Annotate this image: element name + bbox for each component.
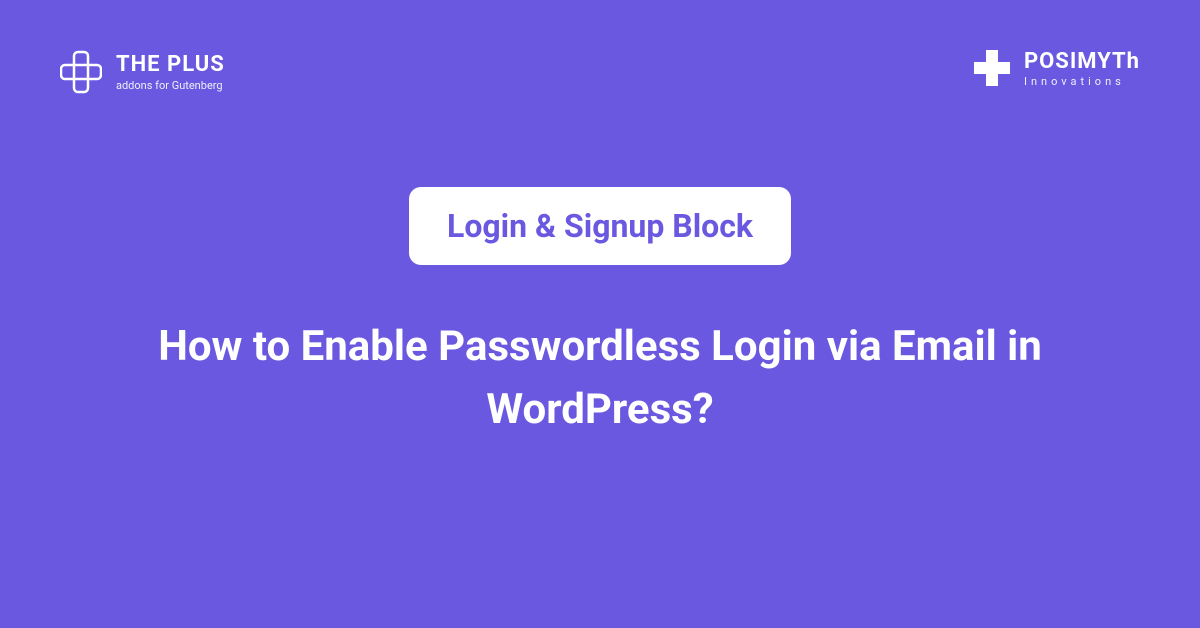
posimyth-logo-icon: [972, 48, 1012, 88]
plus-logo-icon: [60, 48, 102, 96]
page-title: How to Enable Passwordless Login via Ema…: [150, 315, 1050, 441]
brand-left: THE PLUS addons for Gutenberg: [60, 48, 225, 96]
brand-right-title: POSIMYTh: [1024, 49, 1140, 74]
brand-right-subtitle: Innovations: [1024, 75, 1140, 88]
header: THE PLUS addons for Gutenberg POSIMYTh I…: [0, 0, 1200, 96]
brand-right: POSIMYTh Innovations: [972, 48, 1140, 88]
brand-left-subtitle: addons for Gutenberg: [116, 79, 225, 92]
category-badge: Login & Signup Block: [409, 187, 791, 265]
content: Login & Signup Block How to Enable Passw…: [0, 187, 1200, 441]
category-badge-text: Login & Signup Block: [447, 207, 753, 245]
brand-left-title: THE PLUS: [116, 52, 225, 77]
brand-left-text: THE PLUS addons for Gutenberg: [116, 52, 225, 92]
brand-right-text: POSIMYTh Innovations: [1024, 49, 1140, 88]
